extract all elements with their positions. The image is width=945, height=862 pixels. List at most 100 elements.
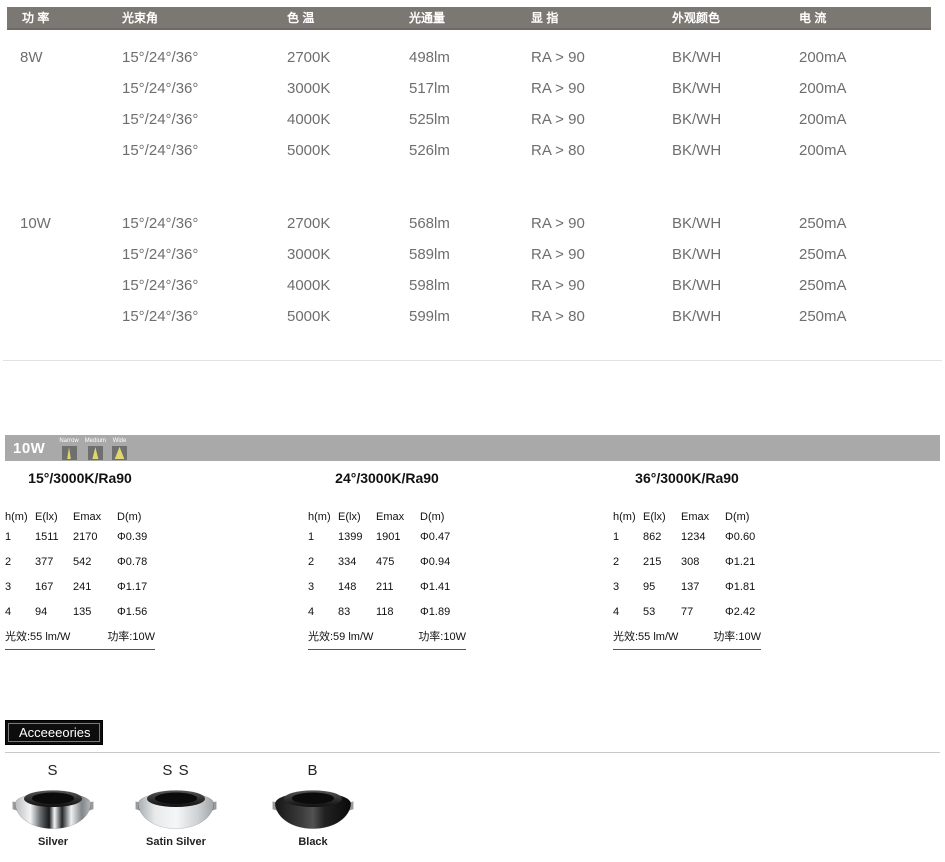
power-cell: 10W (7, 215, 118, 232)
accessories-divider (5, 752, 940, 753)
table-header-cell: h(m) (308, 511, 338, 523)
table-header-cell: E(lx) (338, 511, 376, 523)
accessory-item: S Silver (5, 762, 101, 848)
narrow-beam-icon (62, 446, 77, 460)
spec-row: 15°/24°/36°4000K525lmRA > 90BK/WH200mA (7, 104, 931, 135)
accessories-badge: Acceeeories (5, 720, 103, 745)
beam-angle-cell: 15°/24°/36° (118, 308, 283, 325)
beam-icon: Medium (85, 438, 106, 460)
cri-cell: RA > 90 (527, 80, 668, 97)
finish-cell: BK/WH (668, 215, 795, 232)
cct-cell: 4000K (283, 277, 405, 294)
table-row: 3148211Φ1.41 (308, 574, 466, 599)
table-cell: 377 (35, 556, 73, 568)
table-cell: 1 (613, 531, 643, 543)
power-cell: 8W (7, 49, 118, 66)
section-divider (3, 360, 942, 361)
cri-cell: RA > 90 (527, 215, 668, 232)
table-cell: Φ1.56 (117, 606, 155, 618)
table-cell: 148 (338, 581, 376, 593)
table-cell: 167 (35, 581, 73, 593)
cri-cell: RA > 90 (527, 111, 668, 128)
power-label: 功率:10W (713, 628, 761, 644)
table-header-row: h(m)E(lx)EmaxD(m) (5, 509, 155, 524)
power-banner: 10W NarrowMediumWide (5, 435, 940, 461)
table-footer: 光效:55 lm/W功率:10W (613, 628, 761, 650)
accessory-name: Silver (38, 836, 68, 848)
flux-cell: 599lm (405, 308, 527, 325)
table-cell: 862 (643, 531, 681, 543)
accessory-code: S (47, 762, 58, 780)
table-header-row: h(m)E(lx)EmaxD(m) (308, 509, 466, 524)
photometric-table: 24°/3000K/Ra90h(m)E(lx)EmaxD(m)113991901… (308, 470, 466, 650)
wide-beam-icon (112, 446, 127, 460)
table-cell: 241 (73, 581, 117, 593)
satin-trim-ring-image (132, 782, 220, 833)
table-cell: 1399 (338, 531, 376, 543)
beam-angle-cell: 15°/24°/36° (118, 215, 283, 232)
table-cell: 95 (643, 581, 681, 593)
accessory-item: S S Satin Silver (128, 762, 224, 848)
table-cell: 3 (5, 581, 35, 593)
table-cell: 334 (338, 556, 376, 568)
column-header: 电 流 (795, 9, 931, 26)
accessory-name: Black (298, 836, 327, 848)
accessory-code: B (307, 762, 318, 780)
current-cell: 200mA (795, 142, 931, 159)
current-cell: 250mA (795, 246, 931, 263)
current-cell: 250mA (795, 215, 931, 232)
table-title: 24°/3000K/Ra90 (308, 470, 466, 487)
cct-cell: 3000K (283, 80, 405, 97)
column-header: 色 温 (283, 9, 405, 26)
table-row: 483118Φ1.89 (308, 599, 466, 624)
column-header: 外观颜色 (668, 9, 795, 26)
table-cell: Φ0.60 (725, 531, 761, 543)
table-cell: Φ1.81 (725, 581, 761, 593)
table-cell: 4 (5, 606, 35, 618)
table-row: 395137Φ1.81 (613, 574, 761, 599)
finish-cell: BK/WH (668, 111, 795, 128)
cri-cell: RA > 90 (527, 49, 668, 66)
table-cell: 2 (308, 556, 338, 568)
table-header-cell: h(m) (5, 511, 35, 523)
table-cell: 118 (376, 606, 420, 618)
table-row: 2377542Φ0.78 (5, 549, 155, 574)
table-cell: Φ0.39 (117, 531, 155, 543)
table-cell: 2 (613, 556, 643, 568)
medium-beam-icon (88, 446, 103, 460)
table-header-cell: D(m) (420, 511, 466, 523)
flux-cell: 589lm (405, 246, 527, 263)
current-cell: 200mA (795, 49, 931, 66)
table-cell: Φ0.47 (420, 531, 466, 543)
power-group: 10W15°/24°/36°2700K568lmRA > 90BK/WH250m… (7, 208, 931, 332)
beam-angle-cell: 15°/24°/36° (118, 277, 283, 294)
table-cell: 3 (308, 581, 338, 593)
flux-cell: 525lm (405, 111, 527, 128)
table-cell: 211 (376, 581, 420, 593)
beam-label: Narrow (59, 438, 78, 445)
table-cell: 4 (613, 606, 643, 618)
accessory-code: S S (162, 762, 189, 780)
table-cell: 308 (681, 556, 725, 568)
table-title: 15°/3000K/Ra90 (5, 470, 155, 487)
beam-label: Medium (85, 438, 106, 445)
table-header-cell: E(lx) (643, 511, 681, 523)
power-group: 8W15°/24°/36°2700K498lmRA > 90BK/WH200mA… (7, 42, 931, 166)
black-trim-ring-image (269, 782, 357, 833)
table-footer: 光效:55 lm/W功率:10W (5, 628, 155, 650)
table-cell: 2 (5, 556, 35, 568)
current-cell: 200mA (795, 80, 931, 97)
cct-cell: 3000K (283, 246, 405, 263)
table-cell: 94 (35, 606, 73, 618)
accessory-item: B Black (265, 762, 361, 848)
table-row: 115112170Φ0.39 (5, 524, 155, 549)
finish-cell: BK/WH (668, 246, 795, 263)
power-label: 功率:10W (418, 628, 466, 644)
finish-cell: BK/WH (668, 308, 795, 325)
beam-angle-cell: 15°/24°/36° (118, 142, 283, 159)
table-header-cell: Emax (376, 511, 420, 523)
cri-cell: RA > 80 (527, 142, 668, 159)
table-row: 45377Φ2.42 (613, 599, 761, 624)
table-cell: 83 (338, 606, 376, 618)
cct-cell: 2700K (283, 215, 405, 232)
